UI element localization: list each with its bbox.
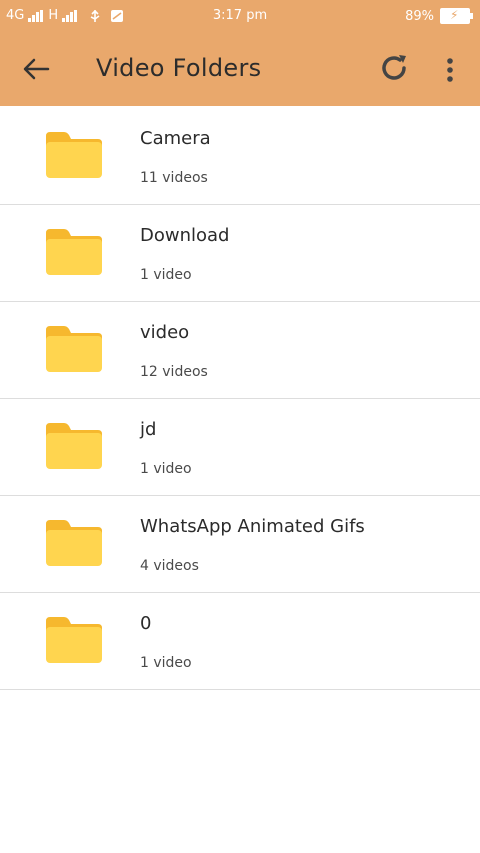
folder-name: Camera (140, 128, 211, 149)
folder-name: Download (140, 225, 230, 246)
app-root: 4G H 3:17 pm 89% ⚡ Video Folders Camera … (0, 0, 480, 853)
more-vert-icon (447, 58, 453, 82)
more-options-button[interactable] (440, 54, 460, 86)
toolbar: Video Folders (0, 32, 480, 106)
folder-name: jd (140, 419, 157, 440)
arrow-left-icon (23, 58, 50, 80)
folder-row[interactable]: jd 1 video (0, 399, 480, 496)
folder-count: 1 video (140, 655, 192, 671)
folder-count: 12 videos (140, 364, 208, 380)
folder-row[interactable]: WhatsApp Animated Gifs 4 videos (0, 496, 480, 593)
refresh-icon (382, 55, 406, 80)
folder-count: 4 videos (140, 558, 199, 574)
folder-row[interactable]: Camera 11 videos (0, 108, 480, 205)
battery-icon: ⚡ (440, 8, 473, 24)
folder-count: 11 videos (140, 170, 208, 186)
refresh-button[interactable] (376, 50, 412, 86)
folder-list: Camera 11 videos Download 1 video video … (0, 113, 480, 690)
folder-icon (46, 326, 102, 372)
folder-icon (46, 229, 102, 275)
folder-icon (46, 617, 102, 663)
status-bar: 4G H 3:17 pm 89% ⚡ (0, 0, 480, 32)
folder-row[interactable]: Download 1 video (0, 205, 480, 302)
folder-icon (46, 423, 102, 469)
folder-name: video (140, 322, 190, 343)
folder-count: 1 video (140, 267, 192, 283)
folder-row[interactable]: video 12 videos (0, 302, 480, 399)
folder-row[interactable]: 0 1 video (0, 593, 480, 690)
folder-icon (46, 520, 102, 566)
app-header: 4G H 3:17 pm 89% ⚡ Video Folders (0, 0, 480, 106)
folder-count: 1 video (140, 461, 192, 477)
folder-name: 0 (140, 613, 152, 634)
status-right: 89% ⚡ (405, 8, 473, 24)
page-title: Video Folders (96, 54, 262, 82)
battery-percent: 89% (405, 8, 434, 24)
back-button[interactable] (18, 52, 54, 86)
folder-name: WhatsApp Animated Gifs (140, 516, 365, 537)
folder-icon (46, 132, 102, 178)
